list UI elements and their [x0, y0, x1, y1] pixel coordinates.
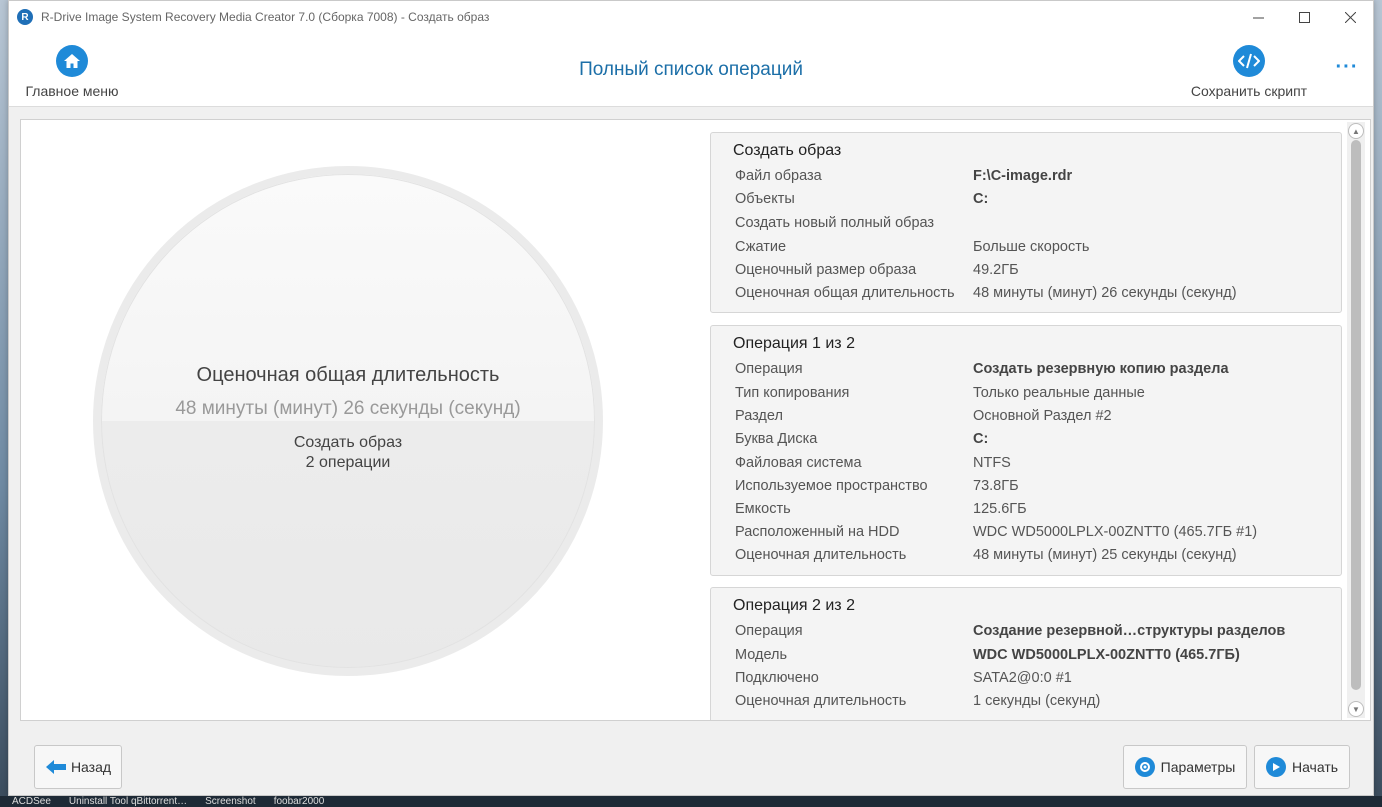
- prop-value: 49.2ГБ: [973, 262, 1019, 278]
- prop-value: F:\C-image.rdr: [973, 168, 1073, 184]
- prop-label: Файл образа: [735, 168, 822, 184]
- prop-label: Объекты: [735, 191, 795, 207]
- operations-list[interactable]: Создать образ Файл образа F:\C-image.rdr…: [710, 132, 1344, 720]
- prop-label: Оценочная общая длительность: [735, 285, 955, 301]
- prop-value: C:: [973, 191, 989, 207]
- prop-label: Оценочный размер образа: [735, 262, 917, 278]
- prop-label: Операция: [735, 361, 803, 377]
- more-options-button[interactable]: ···: [1333, 57, 1361, 77]
- prop-value: C:: [973, 431, 989, 447]
- start-button[interactable]: Начать: [1254, 745, 1350, 789]
- operation-card: Операция 1 из 2 Операция Создать резервн…: [710, 325, 1342, 576]
- prop-value: NTFS: [973, 455, 1011, 471]
- prop-label: Расположенный на HDD: [735, 524, 900, 540]
- arrow-left-icon: [45, 760, 66, 774]
- prop-value: WDC WD5000LPLX-00ZNTT0 (465.7ГБ #1): [973, 524, 1258, 540]
- parameters-button[interactable]: Параметры: [1123, 745, 1247, 789]
- toolbar-header: Главное меню Полный список операций Сохр…: [9, 33, 1373, 107]
- prop-label: Тип копирования: [735, 385, 850, 401]
- save-script-label: Сохранить скрипт: [1190, 83, 1308, 99]
- prop-label: Используемое пространство: [735, 478, 928, 494]
- maximize-button[interactable]: [1281, 1, 1327, 33]
- prop-value: Основной Раздел #2: [973, 408, 1112, 424]
- taskbar-item[interactable]: Screenshot: [205, 796, 256, 807]
- summary-duration-value: 48 минуты (минут) 26 секунды (секунд): [175, 398, 521, 419]
- prop-value: 48 минуты (минут) 26 секунды (секунд): [973, 285, 1237, 301]
- card-title: Создать образ: [733, 142, 842, 159]
- vertical-scrollbar[interactable]: ▲ ▼: [1347, 122, 1365, 718]
- taskbar-item[interactable]: Uninstall Tool qBittorrent…: [69, 796, 187, 807]
- title-bar: R R-Drive Image System Recovery Media Cr…: [9, 1, 1373, 33]
- page-title: Полный список операций: [579, 59, 803, 80]
- summary-operation-count: 2 операции: [305, 454, 391, 471]
- prop-value: Создать резервную копию раздела: [973, 361, 1229, 377]
- window-title: R-Drive Image System Recovery Media Crea…: [41, 10, 490, 24]
- taskbar: ACDSee Uninstall Tool qBittorrent… Scree…: [0, 796, 1382, 807]
- maximize-icon: [1298, 11, 1310, 23]
- operation-card: Создать образ Файл образа F:\C-image.rdr…: [710, 132, 1342, 313]
- prop-value: 125.6ГБ: [973, 501, 1027, 517]
- prop-value: 73.8ГБ: [973, 478, 1019, 494]
- prop-label: Оценочная длительность: [735, 693, 907, 709]
- app-logo-icon: R: [17, 9, 33, 25]
- prop-value: 48 минуты (минут) 25 секунды (секунд): [973, 547, 1237, 563]
- start-label: Начать: [1291, 759, 1339, 775]
- operations-content: Оценочная общая длительность 48 минуты (…: [20, 119, 1371, 721]
- prop-value: 1 секунды (секунд): [973, 693, 1101, 709]
- scroll-thumb[interactable]: [1351, 140, 1361, 690]
- prop-label: Оценочная длительность: [735, 547, 907, 563]
- prop-value: Только реальные данные: [973, 385, 1145, 401]
- minimize-button[interactable]: [1235, 1, 1281, 33]
- minimize-icon: [1252, 17, 1264, 18]
- taskbar-item[interactable]: foobar2000: [274, 796, 325, 807]
- card-title: Операция 1 из 2: [733, 335, 855, 352]
- operation-card: Операция 2 из 2 Операция Создание резерв…: [710, 587, 1342, 720]
- prop-value: SATA2@0:0 #1: [973, 670, 1072, 686]
- prop-value: Больше скорость: [973, 239, 1090, 255]
- prop-value: Создание резервной…структуры разделов: [973, 623, 1286, 639]
- summary-operation: Создать образ: [293, 434, 403, 451]
- taskbar-item[interactable]: ACDSee: [12, 796, 51, 807]
- code-icon: [1233, 45, 1265, 77]
- app-window: R R-Drive Image System Recovery Media Cr…: [8, 0, 1374, 796]
- window-controls: [1235, 1, 1373, 33]
- summary-circle: Оценочная общая длительность 48 минуты (…: [93, 166, 603, 676]
- save-script-button[interactable]: Сохранить скрипт: [1179, 45, 1319, 101]
- back-button[interactable]: Назад: [34, 745, 122, 789]
- prop-label: Создать новый полный образ: [735, 215, 935, 231]
- scroll-up-icon[interactable]: ▲: [1348, 123, 1364, 139]
- prop-label: Буква Диска: [735, 431, 818, 447]
- prop-label: Файловая система: [735, 455, 862, 471]
- main-menu-label: Главное меню: [25, 83, 119, 99]
- prop-label: Раздел: [735, 408, 783, 424]
- parameters-label: Параметры: [1160, 759, 1236, 775]
- gear-icon: [1134, 757, 1155, 777]
- prop-value: WDC WD5000LPLX-00ZNTT0 (465.7ГБ): [973, 647, 1240, 663]
- close-button[interactable]: [1327, 1, 1373, 33]
- prop-label: Сжатие: [735, 239, 787, 255]
- scroll-down-icon[interactable]: ▼: [1348, 701, 1364, 717]
- card-title: Операция 2 из 2: [733, 597, 855, 614]
- play-icon: [1265, 757, 1286, 777]
- summary-duration-label: Оценочная общая длительность: [196, 364, 500, 386]
- back-label: Назад: [70, 759, 112, 775]
- prop-label: Операция: [735, 623, 803, 639]
- prop-label: Модель: [735, 647, 788, 663]
- close-icon: [1344, 11, 1356, 23]
- prop-label: Емкость: [735, 501, 791, 517]
- prop-label: Подключено: [735, 670, 819, 686]
